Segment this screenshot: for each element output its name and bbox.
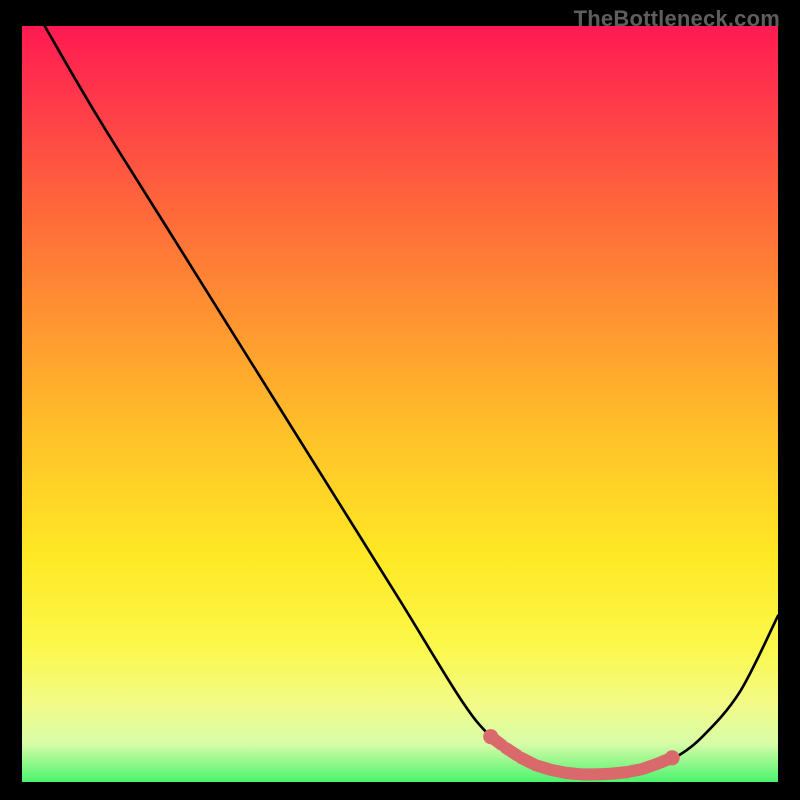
marker-dots <box>483 729 680 774</box>
marker-endpoint <box>483 729 498 744</box>
data-curve <box>45 26 778 775</box>
chart-container: TheBottleneck.com <box>0 0 800 800</box>
marker-endpoint <box>665 750 680 765</box>
plot-area <box>22 26 778 782</box>
chart-svg <box>22 26 778 782</box>
